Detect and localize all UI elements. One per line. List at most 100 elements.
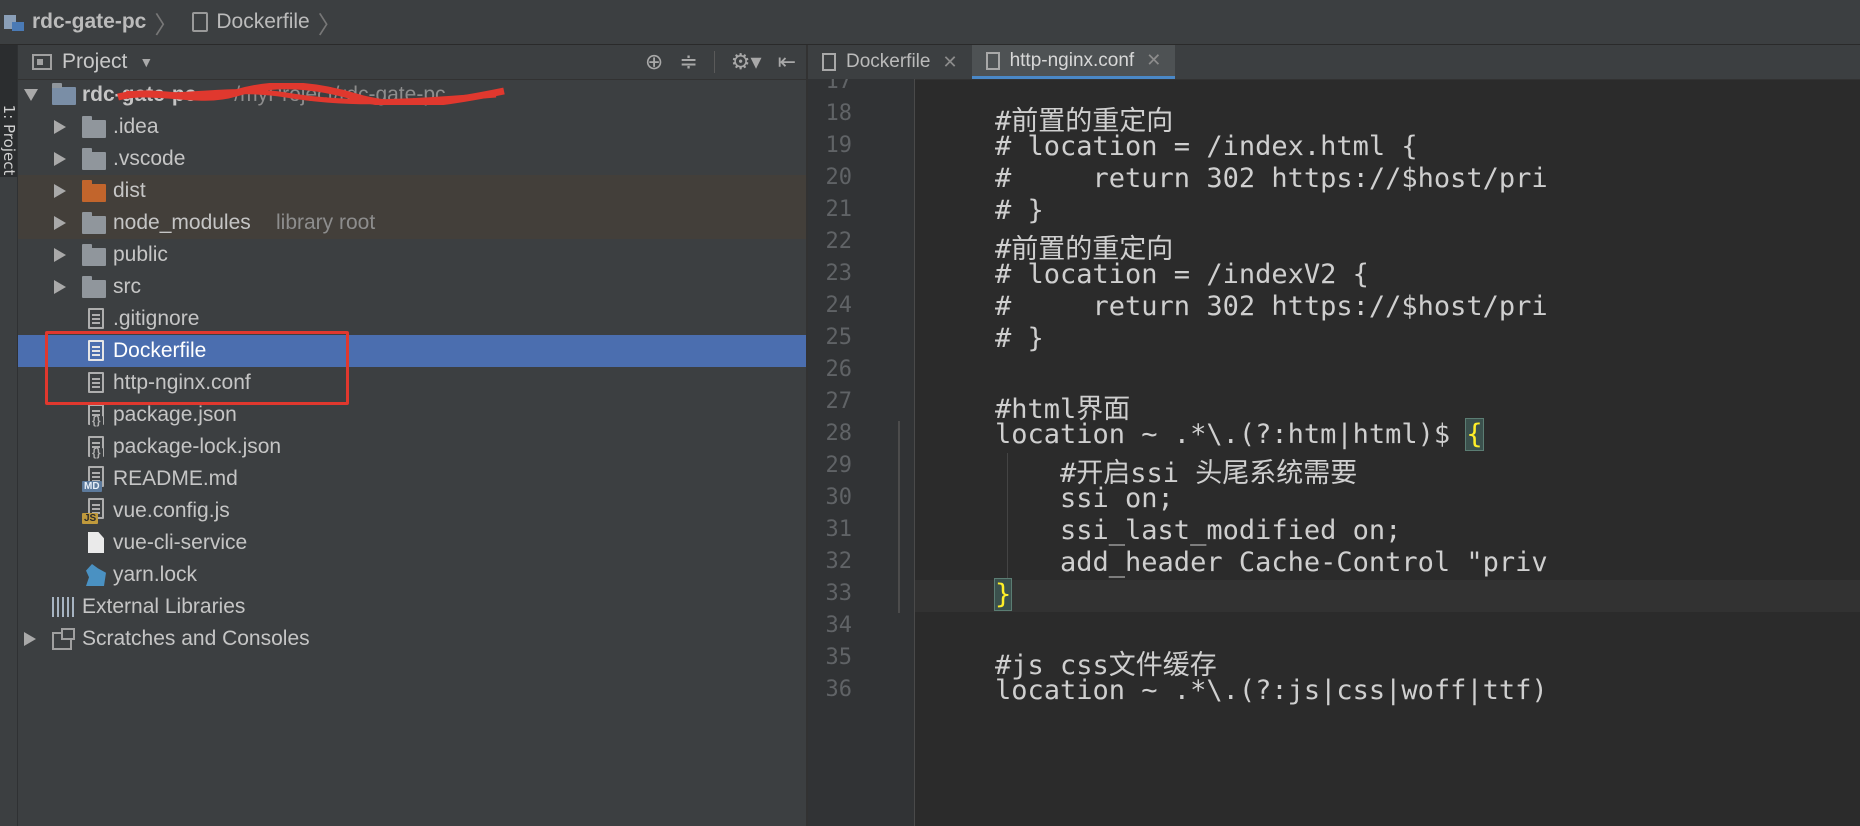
- code-line: add_header Cache-Control "priv: [995, 547, 1548, 578]
- tree-item-readme[interactable]: MD README.md: [18, 463, 806, 495]
- plain-file-icon: [88, 532, 104, 553]
- file-icon: [985, 51, 1000, 70]
- tree-item-label: vue-cli-service: [113, 531, 248, 554]
- chevron-down-icon[interactable]: ▼: [139, 54, 153, 70]
- md-badge-icon: MD: [82, 481, 102, 492]
- tree-item-public[interactable]: public: [18, 239, 806, 271]
- line-number: 28: [825, 421, 853, 446]
- tab-label: http-nginx.conf: [1009, 49, 1135, 71]
- close-icon[interactable]: ✕: [1146, 50, 1161, 71]
- line-number: 26: [825, 357, 853, 382]
- line-number: 27: [825, 389, 853, 414]
- line-number: 36: [825, 677, 853, 702]
- code-line: ssi_last_modified on;: [995, 515, 1402, 546]
- tab-http-nginx-conf[interactable]: http-nginx.conf ✕: [971, 45, 1176, 79]
- file-icon: [822, 53, 836, 71]
- tree-item-idea[interactable]: .idea: [18, 111, 806, 143]
- code-line: # location = /indexV2 {: [995, 259, 1369, 290]
- gear-icon[interactable]: ⚙▾: [731, 49, 762, 75]
- code-line: # location = /index.html {: [995, 131, 1418, 162]
- tree-item-label: Scratches and Consoles: [82, 627, 310, 650]
- code-line: # }: [995, 323, 1044, 354]
- project-panel-toolbar: ⊕ ≑ ⚙▾ ⇤: [645, 45, 796, 79]
- folder-icon: [82, 244, 106, 266]
- expand-arrow-icon[interactable]: [54, 120, 66, 134]
- code-line: location ~ .*\.(?:js|css|woff|ttf): [995, 675, 1548, 706]
- toolbar-divider: [713, 51, 715, 73]
- expand-arrow-icon[interactable]: [54, 216, 66, 230]
- project-view-selector[interactable]: Project: [62, 50, 127, 74]
- folder-icon: [82, 148, 106, 170]
- tree-item-external-libraries[interactable]: External Libraries: [18, 591, 806, 623]
- expand-arrow-icon[interactable]: [24, 89, 38, 101]
- module-folder-icon: [52, 83, 76, 105]
- expand-arrow-icon[interactable]: [24, 632, 36, 646]
- line-number: 20: [825, 165, 853, 190]
- editor-area: Dockerfile ✕ http-nginx.conf ✕ 17 18 19 …: [808, 45, 1860, 826]
- tree-item-package-lock-json[interactable]: {} package-lock.json: [18, 431, 806, 463]
- project-tool-window-label: 1: Project: [0, 104, 18, 176]
- line-number: 33: [825, 581, 853, 606]
- code-line: # return 302 https://$host/pri: [995, 291, 1548, 322]
- tree-item-src[interactable]: src: [18, 271, 806, 303]
- tree-item-yarn-lock[interactable]: yarn.lock: [18, 559, 806, 591]
- current-line-highlight: [915, 580, 1860, 612]
- project-panel: Project ▼ ⊕ ≑ ⚙▾ ⇤ rdc-gate-pc ~/myProje…: [18, 45, 806, 826]
- line-number: 18: [825, 101, 853, 126]
- chevron-right-icon: 〉: [154, 11, 179, 39]
- expand-arrow-icon[interactable]: [54, 152, 66, 166]
- tree-item-node-modules[interactable]: node_modules library root: [18, 207, 806, 239]
- breadcrumb-file[interactable]: Dockerfile 〉: [178, 0, 342, 44]
- code-text: location ~ .*\.(?:htm|html)$: [995, 419, 1467, 450]
- folder-icon: [82, 276, 106, 298]
- line-number: 31: [825, 517, 853, 542]
- fold-region-marker[interactable]: [898, 421, 900, 613]
- line-number: 23: [825, 261, 853, 286]
- locate-file-icon[interactable]: ⊕: [645, 49, 663, 75]
- expand-arrow-icon[interactable]: [54, 248, 66, 262]
- tree-item-root[interactable]: rdc-gate-pc ~/myProject/rdc-gate-pc: [18, 79, 806, 111]
- expand-arrow-icon[interactable]: [54, 184, 66, 198]
- line-number: 34: [825, 613, 853, 638]
- matched-brace-open: {: [1465, 418, 1484, 451]
- tree-item-vue-config[interactable]: JS vue.config.js: [18, 495, 806, 527]
- line-number: 29: [825, 453, 853, 478]
- line-number: 21: [825, 197, 853, 222]
- libraries-icon: [52, 597, 76, 617]
- file-icon: [192, 12, 209, 32]
- project-tool-window-tab[interactable]: 1: Project: [0, 45, 18, 177]
- tree-item-label: src: [113, 275, 141, 298]
- chevron-right-icon: 〉: [317, 11, 342, 39]
- line-number: 25: [825, 325, 853, 350]
- breadcrumb-project[interactable]: rdc-gate-pc 〉: [0, 0, 178, 44]
- breadcrumb-file-label: Dockerfile: [216, 10, 310, 33]
- tree-item-label: .idea: [113, 115, 159, 138]
- collapse-all-icon[interactable]: ≑: [679, 49, 697, 75]
- hide-panel-icon[interactable]: ⇤: [778, 49, 796, 75]
- breadcrumb-project-label: rdc-gate-pc: [32, 10, 147, 33]
- file-icon: [88, 308, 104, 329]
- tree-item-label: README.md: [113, 467, 238, 490]
- redacted-scribble: [117, 83, 505, 105]
- tree-item-vue-cli-service[interactable]: vue-cli-service: [18, 527, 806, 559]
- js-badge-icon: JS: [82, 513, 99, 524]
- scratches-icon: [52, 628, 75, 650]
- tree-item-scratches[interactable]: Scratches and Consoles: [18, 623, 806, 655]
- tree-item-label: package-lock.json: [113, 435, 282, 458]
- line-number: 35: [825, 645, 853, 670]
- tree-item-label: public: [113, 243, 168, 266]
- code-editor[interactable]: #前置的重定向 # location = /index.html { # ret…: [915, 79, 1860, 826]
- yarn-icon: [86, 564, 106, 586]
- tree-item-hint: library root: [276, 211, 376, 234]
- line-number: 30: [825, 485, 853, 510]
- code-line-28: location ~ .*\.(?:htm|html)$ {: [995, 418, 1484, 451]
- close-icon[interactable]: ✕: [942, 52, 957, 73]
- tab-dockerfile[interactable]: Dockerfile ✕: [808, 45, 972, 79]
- tree-item-dist[interactable]: dist: [18, 175, 806, 207]
- project-view-icon: [32, 54, 52, 70]
- expand-arrow-icon[interactable]: [54, 280, 66, 294]
- editor-tabs: Dockerfile ✕ http-nginx.conf ✕: [808, 45, 1860, 80]
- line-number: 24: [825, 293, 853, 318]
- tree-item-vscode[interactable]: .vscode: [18, 143, 806, 175]
- tree-item-label: yarn.lock: [113, 563, 198, 586]
